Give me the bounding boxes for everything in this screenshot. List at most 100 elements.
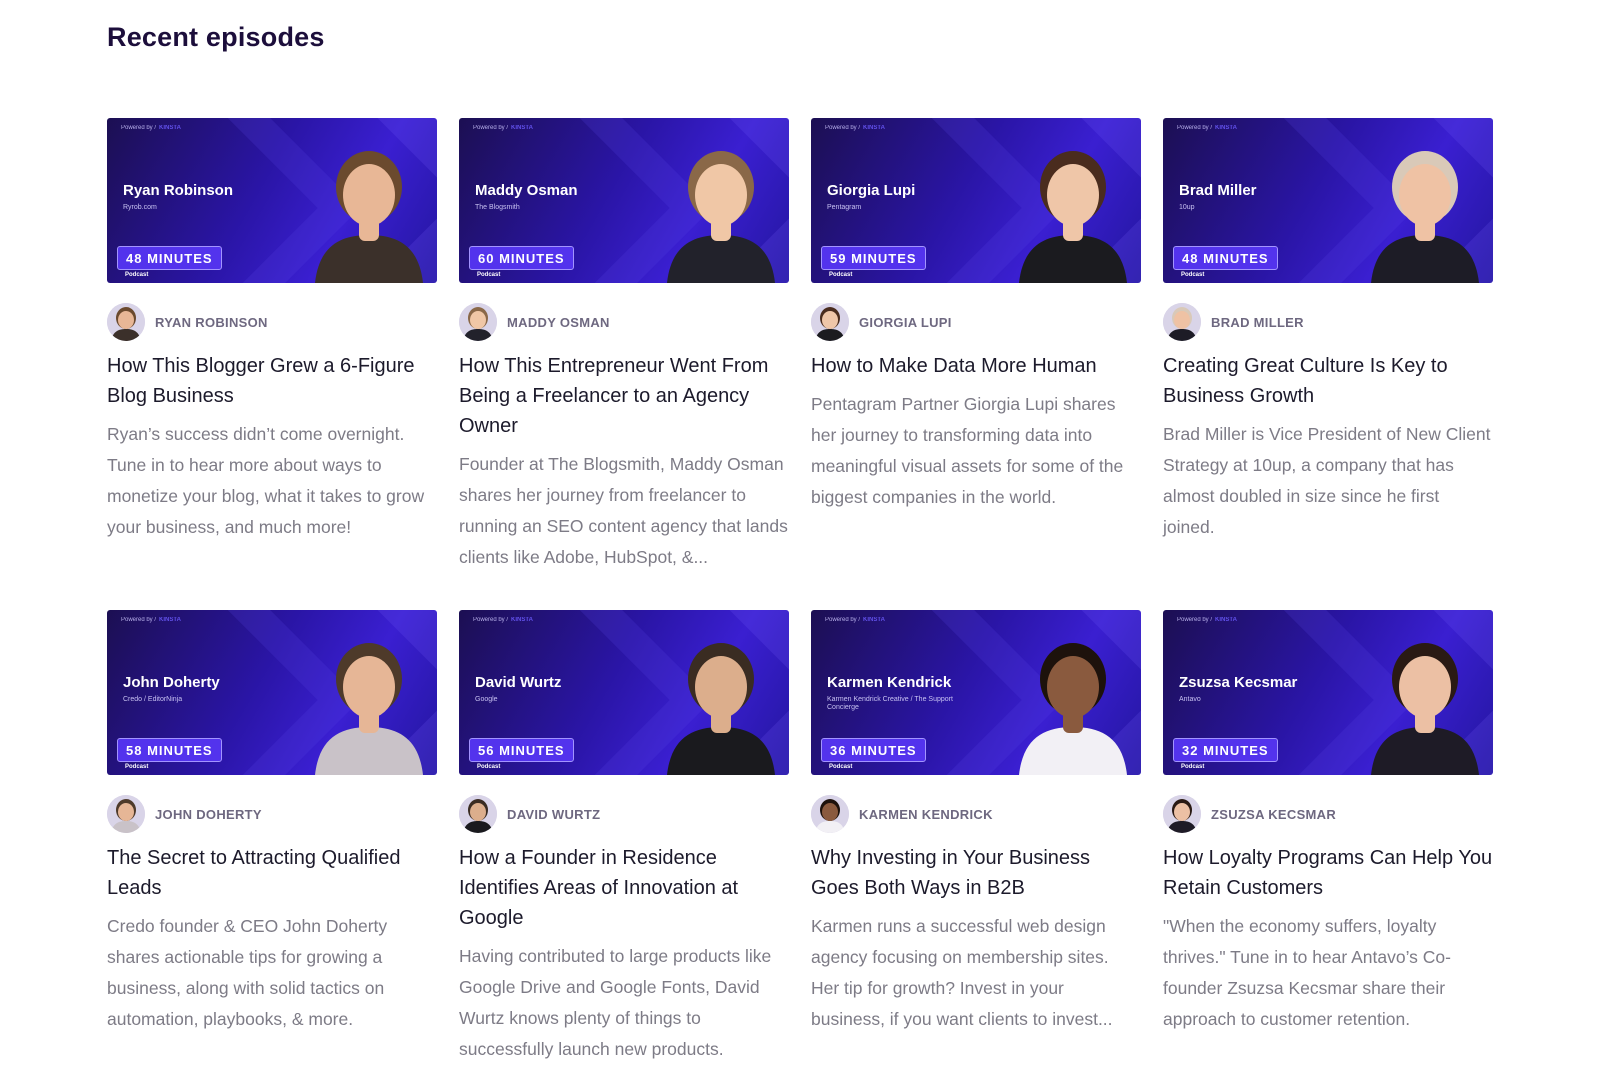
episode-thumbnail[interactable]: Powered by / KINSTA Giorgia Lupi Pentagra…: [811, 118, 1141, 283]
episode-title-link[interactable]: The Secret to Attracting Qualified Leads: [107, 843, 437, 903]
thumbnail-guest-org: Ryrob.com: [123, 204, 157, 211]
thumbnail-guest-name: Ryan Robinson: [123, 182, 234, 199]
duration-badge: 60 MINUTES: [469, 246, 574, 270]
duration-badge: 59 MINUTES: [821, 246, 926, 270]
episode-thumbnail[interactable]: Powered by / KINSTA Ryan Robinson Ryrob.c…: [107, 118, 437, 283]
duration-badge: 32 MINUTES: [1173, 738, 1278, 762]
author-name[interactable]: ZSUZSA KECSMAR: [1211, 807, 1336, 822]
author-name[interactable]: MADDY OSMAN: [507, 315, 610, 330]
episode-thumbnail[interactable]: Powered by / KINSTA David Wurtz Google 56…: [459, 610, 789, 775]
episode-description: Credo founder & CEO John Doherty shares …: [107, 916, 388, 1029]
episode-author: ZSUZSA KECSMAR: [1163, 795, 1493, 833]
duration-badge: 58 MINUTES: [117, 738, 222, 762]
episode-author: KARMEN KENDRICK: [811, 795, 1141, 833]
author-name[interactable]: KARMEN KENDRICK: [859, 807, 993, 822]
episode-card: Powered by / KINSTA Giorgia Lupi Pentagra…: [811, 118, 1141, 610]
avatar: [107, 795, 145, 833]
episode-title-link[interactable]: How to Make Data More Human: [811, 351, 1141, 381]
duration-badge: 56 MINUTES: [469, 738, 574, 762]
podcast-tag: Podcast: [477, 272, 501, 278]
episode-thumbnail[interactable]: Powered by / KINSTA Maddy Osman The Blogs…: [459, 118, 789, 283]
episode-author: MADDY OSMAN: [459, 303, 789, 341]
author-name[interactable]: RYAN ROBINSON: [155, 315, 268, 330]
thumbnail-guest-org: Pentagram: [827, 204, 862, 211]
powered-by-label: Powered by / KINSTA: [825, 617, 885, 623]
thumbnail-guest-org: The Blogsmith: [475, 204, 520, 211]
thumbnail-guest-org: Antavo: [1179, 696, 1201, 703]
episode-card: Powered by / KINSTA Brad Miller 10up 48 M…: [1163, 118, 1493, 610]
avatar: [1163, 795, 1201, 833]
episode-card: Powered by / KINSTA Ryan Robinson Ryrob.c…: [107, 118, 437, 610]
powered-by-label: Powered by / KINSTA: [1177, 617, 1237, 623]
powered-by-label: Powered by / KINSTA: [473, 125, 533, 131]
episode-card: Powered by / KINSTA David Wurtz Google 56…: [459, 610, 789, 1080]
episode-description: Karmen runs a successful web design agen…: [811, 916, 1113, 1029]
duration-badge: 48 MINUTES: [1173, 246, 1278, 270]
avatar: [811, 303, 849, 341]
episode-card: Powered by / KINSTA Karmen Kendrick Karme…: [811, 610, 1141, 1080]
episode-author: RYAN ROBINSON: [107, 303, 437, 341]
episode-description: Having contributed to large products lik…: [459, 946, 772, 1059]
author-name[interactable]: BRAD MILLER: [1211, 315, 1304, 330]
thumbnail-guest-name: Brad Miller: [1179, 182, 1257, 199]
guest-portrait: [315, 643, 423, 775]
guest-portrait: [1019, 151, 1127, 283]
episode-title-link[interactable]: Why Investing in Your Business Goes Both…: [811, 843, 1141, 903]
thumbnail-guest-name: Maddy Osman: [475, 182, 578, 199]
podcast-tag: Podcast: [1181, 272, 1205, 278]
thumbnail-guest-name: John Doherty: [123, 674, 220, 691]
episode-author: GIORGIA LUPI: [811, 303, 1141, 341]
powered-by-label: Powered by / KINSTA: [473, 617, 533, 623]
thumbnail-guest-name: David Wurtz: [475, 674, 562, 691]
thumbnail-guest-org: Google: [475, 696, 498, 703]
episode-author: DAVID WURTZ: [459, 795, 789, 833]
episode-card: Powered by / KINSTA Zsuzsa Kecsmar Antavo…: [1163, 610, 1493, 1080]
powered-by-label: Powered by / KINSTA: [121, 125, 181, 131]
episode-author: JOHN DOHERTY: [107, 795, 437, 833]
thumbnail-guest-name: Karmen Kendrick: [827, 674, 952, 691]
thumbnail-guest-org: Credo / EditorNinja: [123, 696, 183, 703]
thumbnail-guest-name: Zsuzsa Kecsmar: [1179, 674, 1298, 691]
episode-description: "When the economy suffers, loyalty thriv…: [1163, 916, 1451, 1029]
episode-thumbnail[interactable]: Powered by / KINSTA Karmen Kendrick Karme…: [811, 610, 1141, 775]
episode-thumbnail[interactable]: Powered by / KINSTA Zsuzsa Kecsmar Antavo…: [1163, 610, 1493, 775]
duration-badge: 36 MINUTES: [821, 738, 926, 762]
avatar: [1163, 303, 1201, 341]
podcast-tag: Podcast: [125, 764, 149, 770]
episode-title-link[interactable]: How This Entrepreneur Went From Being a …: [459, 351, 789, 441]
page: Recent episodes Powered by / KINSTA Ryan …: [0, 0, 1600, 1062]
episode-description: Pentagram Partner Giorgia Lupi shares he…: [811, 394, 1124, 507]
podcast-tag: Podcast: [829, 764, 853, 770]
thumbnail-guest-org: 10up: [1179, 204, 1195, 211]
podcast-tag: Podcast: [829, 272, 853, 278]
avatar: [811, 795, 849, 833]
episode-card: Powered by / KINSTA John Doherty Credo / …: [107, 610, 437, 1080]
podcast-tag: Podcast: [477, 764, 501, 770]
duration-badge: 48 MINUTES: [117, 246, 222, 270]
episode-description: Brad Miller is Vice President of New Cli…: [1163, 424, 1491, 537]
author-name[interactable]: GIORGIA LUPI: [859, 315, 952, 330]
powered-by-label: Powered by / KINSTA: [825, 125, 885, 131]
episode-title-link[interactable]: How Loyalty Programs Can Help You Retain…: [1163, 843, 1493, 903]
author-name[interactable]: JOHN DOHERTY: [155, 807, 262, 822]
guest-portrait: [667, 643, 775, 775]
guest-portrait: [1371, 151, 1479, 283]
episode-description: Ryan’s success didn’t come overnight. Tu…: [107, 424, 425, 537]
episode-title-link[interactable]: How a Founder in Residence Identifies Ar…: [459, 843, 789, 933]
author-name[interactable]: DAVID WURTZ: [507, 807, 600, 822]
thumbnail-guest-name: Giorgia Lupi: [827, 182, 916, 199]
guest-portrait: [1019, 643, 1127, 775]
episode-thumbnail[interactable]: Powered by / KINSTA Brad Miller 10up 48 M…: [1163, 118, 1493, 283]
episode-title-link[interactable]: How This Blogger Grew a 6-Figure Blog Bu…: [107, 351, 437, 411]
guest-portrait: [315, 151, 423, 283]
powered-by-label: Powered by / KINSTA: [1177, 125, 1237, 131]
episode-thumbnail[interactable]: Powered by / KINSTA John Doherty Credo / …: [107, 610, 437, 775]
episode-card: Powered by / KINSTA Maddy Osman The Blogs…: [459, 118, 789, 610]
avatar: [459, 795, 497, 833]
episode-author: BRAD MILLER: [1163, 303, 1493, 341]
guest-portrait: [667, 151, 775, 283]
powered-by-label: Powered by / KINSTA: [121, 617, 181, 623]
podcast-tag: Podcast: [1181, 764, 1205, 770]
section-title: Recent episodes: [107, 22, 325, 52]
episode-title-link[interactable]: Creating Great Culture Is Key to Busines…: [1163, 351, 1493, 411]
